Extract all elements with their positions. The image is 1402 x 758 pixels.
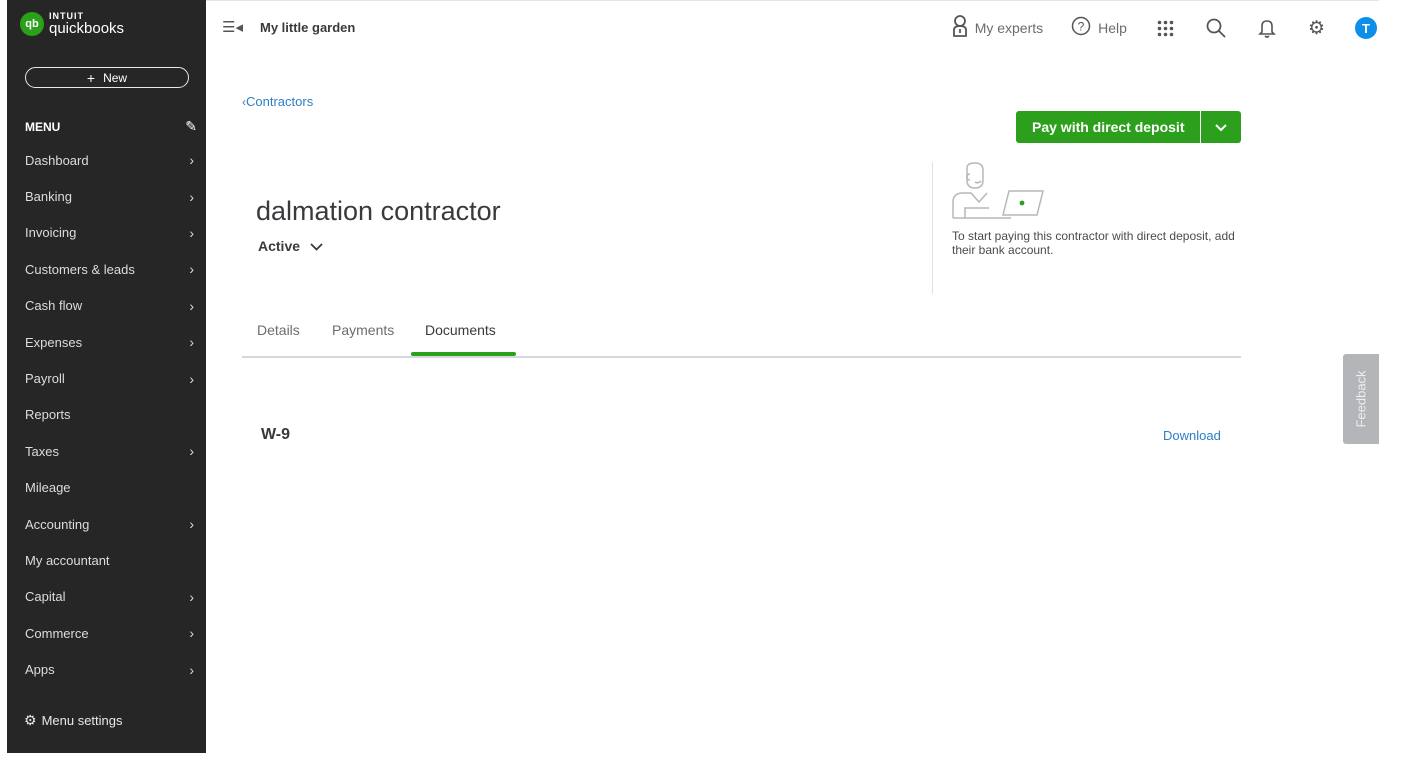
contractor-tabs: Details Payments Documents xyxy=(242,312,1241,358)
sidebar-item-accounting[interactable]: Accounting › xyxy=(7,506,206,542)
pay-with-direct-deposit-button[interactable]: Pay with direct deposit xyxy=(1016,111,1201,143)
my-experts-button[interactable]: My experts xyxy=(952,14,1044,42)
user-avatar[interactable]: T xyxy=(1355,17,1377,39)
svg-text:?: ? xyxy=(1078,19,1085,33)
sidebar-item-label: Invoicing xyxy=(25,225,77,241)
settings-gear-icon[interactable]: ⚙ xyxy=(1308,17,1325,40)
sidebar-item-label: Payroll xyxy=(25,371,65,387)
sidebar-item-label: My accountant xyxy=(25,552,110,568)
apps-grid-icon[interactable] xyxy=(1157,20,1174,37)
sidebar-item-banking[interactable]: Banking › xyxy=(7,178,206,214)
edit-pencil-icon[interactable]: ✎ xyxy=(185,118,197,135)
chevron-right-icon: › xyxy=(189,516,194,533)
sidebar-item-reports[interactable]: Reports xyxy=(7,397,206,433)
feedback-label: Feedback xyxy=(1353,370,1369,428)
sidebar-item-taxes[interactable]: Taxes › xyxy=(7,433,206,469)
back-to-contractors-link[interactable]: ‹Contractors xyxy=(242,94,313,109)
sidebar-item-label: Accounting xyxy=(25,516,90,532)
download-link[interactable]: Download xyxy=(1163,428,1221,443)
status-dropdown[interactable]: Active xyxy=(258,238,323,254)
sidebar-item-label: Reports xyxy=(25,407,71,423)
sidebar-item-label: Commerce xyxy=(25,625,89,641)
bell-icon[interactable] xyxy=(1258,18,1276,38)
chevron-right-icon: › xyxy=(189,370,194,387)
menu-settings-button[interactable]: ⚙ Menu settings xyxy=(24,712,123,729)
new-button[interactable]: + New xyxy=(25,67,189,88)
chevron-right-icon: › xyxy=(189,224,194,241)
chevron-right-icon: › xyxy=(189,625,194,642)
sidebar-item-label: Cash flow xyxy=(25,298,83,314)
contractor-name: dalmation contractor xyxy=(256,196,501,226)
sidebar-item-label: Capital xyxy=(25,589,66,605)
active-tab-indicator xyxy=(411,352,516,356)
sidebar-item-label: Customers & leads xyxy=(25,261,135,277)
sidebar-item-commerce[interactable]: Commerce › xyxy=(7,615,206,651)
sidebar-item-mileage[interactable]: Mileage xyxy=(7,470,206,506)
top-actions: My experts ? Help ⚙ T xyxy=(952,13,1379,43)
help-circle-icon: ? xyxy=(1071,16,1091,41)
sidebar-item-cash-flow[interactable]: Cash flow › xyxy=(7,288,206,324)
sidebar-item-label: Expenses xyxy=(25,334,83,350)
search-icon[interactable] xyxy=(1206,18,1226,38)
person-icon xyxy=(952,14,968,42)
back-link-label: Contractors xyxy=(246,94,314,109)
new-button-label: New xyxy=(103,70,128,85)
status-label: Active xyxy=(258,238,301,254)
sidebar-item-label: Dashboard xyxy=(25,152,89,168)
chevron-right-icon: › xyxy=(189,152,194,169)
help-label: Help xyxy=(1098,20,1127,36)
chevron-right-icon: › xyxy=(189,443,194,460)
direct-deposit-message: To start paying this contractor with dir… xyxy=(952,229,1235,257)
chevron-right-icon: › xyxy=(189,261,194,278)
sidebar-item-label: Apps xyxy=(25,662,55,678)
plus-icon: + xyxy=(86,69,96,86)
company-name: My little garden xyxy=(260,20,356,35)
chevron-right-icon: › xyxy=(189,661,194,678)
document-name: W-9 xyxy=(261,426,291,443)
menu-settings-label: Menu settings xyxy=(41,713,123,728)
feedback-tab[interactable]: Feedback xyxy=(1343,354,1379,444)
chevron-right-icon: › xyxy=(189,588,194,605)
sidebar-item-customers-leads[interactable]: Customers & leads › xyxy=(7,251,206,287)
contractor-laptop-illustration xyxy=(952,162,1044,219)
chevron-right-icon: › xyxy=(189,297,194,314)
sidebar-item-apps[interactable]: Apps › xyxy=(7,651,206,687)
direct-deposit-panel: To start paying this contractor with dir… xyxy=(932,162,1243,294)
quickbooks-logo[interactable]: qb INTUIT quickbooks xyxy=(20,12,124,36)
sidebar-item-label: Mileage xyxy=(25,480,71,496)
collapse-menu-icon[interactable]: ☰◂ xyxy=(222,18,243,36)
sidebar-item-label: Banking xyxy=(25,189,72,205)
menu-header: MENU ✎ xyxy=(25,118,197,135)
gear-icon: ⚙ xyxy=(24,712,37,728)
qb-logo-icon: qb xyxy=(20,12,44,36)
chevron-down-icon xyxy=(1215,120,1228,135)
menu-label: MENU xyxy=(25,119,61,134)
top-bar: ☰◂ My little garden My experts ? Help ⚙ … xyxy=(206,0,1379,55)
tab-details[interactable]: Details xyxy=(257,322,300,338)
sidebar-item-dashboard[interactable]: Dashboard › xyxy=(7,142,206,178)
sidebar-item-my-accountant[interactable]: My accountant xyxy=(7,542,206,578)
sidebar: qb INTUIT quickbooks + New MENU ✎ Dashbo… xyxy=(7,0,206,753)
sidebar-nav: Dashboard › Banking › Invoicing › Customers… xyxy=(7,142,206,688)
chevron-down-icon xyxy=(310,239,323,254)
sidebar-item-payroll[interactable]: Payroll › xyxy=(7,360,206,396)
my-experts-label: My experts xyxy=(974,20,1044,36)
sidebar-item-invoicing[interactable]: Invoicing › xyxy=(7,215,206,251)
sidebar-item-capital[interactable]: Capital › xyxy=(7,579,206,615)
pay-button-group: Pay with direct deposit xyxy=(1016,111,1242,143)
tab-payments[interactable]: Payments xyxy=(332,322,394,338)
chevron-right-icon: › xyxy=(189,334,194,351)
chevron-right-icon: › xyxy=(189,188,194,205)
pay-options-dropdown[interactable] xyxy=(1201,111,1242,143)
logo-quickbooks-text: quickbooks xyxy=(49,20,125,37)
sidebar-item-label: Taxes xyxy=(25,443,59,459)
tab-documents[interactable]: Documents xyxy=(425,322,496,338)
help-button[interactable]: ? Help xyxy=(1071,16,1127,41)
sidebar-item-expenses[interactable]: Expenses › xyxy=(7,324,206,360)
